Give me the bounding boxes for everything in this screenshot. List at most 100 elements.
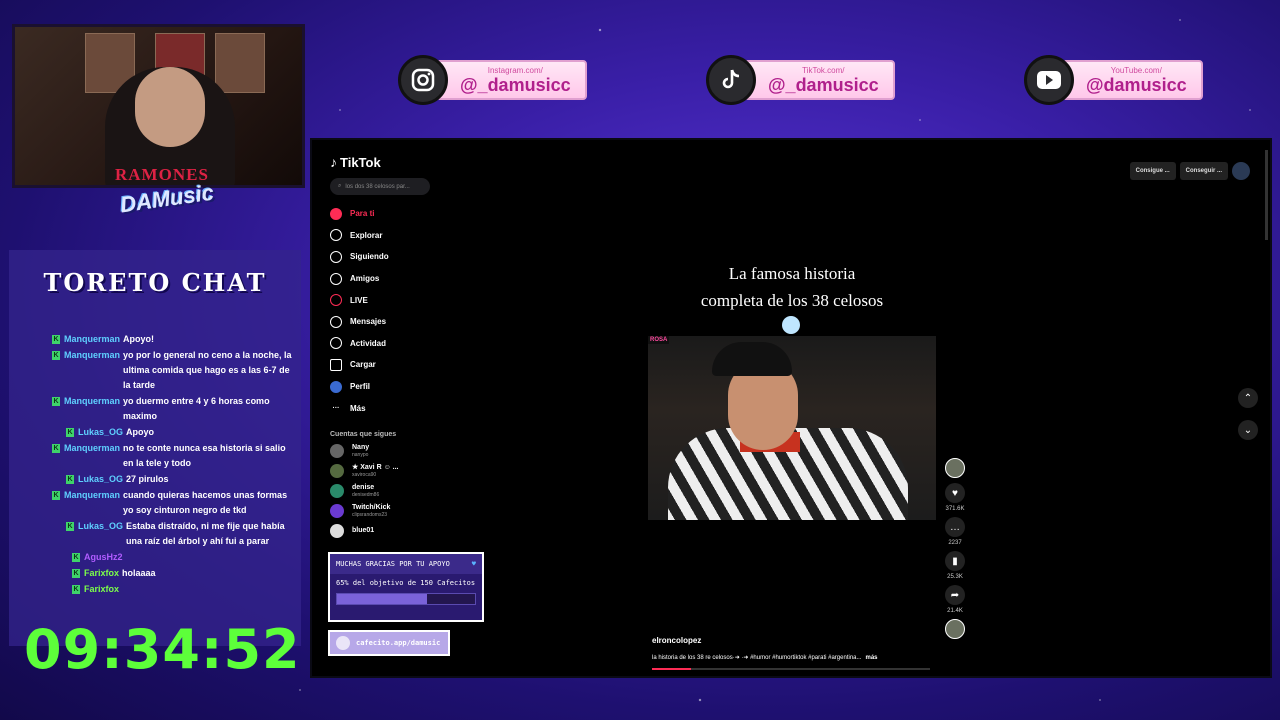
sidebar-item-para-ti[interactable]: Para ti [330,203,490,225]
more-icon: ··· [332,404,340,412]
donation-progress-fill [337,594,427,604]
video-actions: ♥ 371.6K … 2237 ▮ 25.3K ➦ 21.4K [942,458,968,644]
video-tag: ROSA [648,336,670,344]
sidebar-item-amigos[interactable]: Amigos [330,268,490,290]
chat-message: K Manquerman yo por lo general no ceno a l… [52,350,292,390]
donation-header: MUCHAS GRACIAS POR TU APOYO ♥ [330,554,482,574]
chat-message: K Manquerman cuando quieras hacemos unas f… [52,490,288,515]
following-account[interactable]: denise denisedm86 [330,483,490,498]
heart-icon: ♥ [945,483,965,503]
sidebar-item-live[interactable]: LIVE [330,289,490,311]
tiktok-sidebar: ♪ TikTok ⌕ los dos 38 celosos par... Para … [330,154,490,538]
avatar [330,503,344,518]
tiktok-icon [706,55,756,105]
next-video-button[interactable]: ⌄ [1238,420,1258,440]
share-button[interactable]: ➦ 21.4K [942,585,968,614]
get-app-button[interactable]: Conseguir ... [1179,162,1228,180]
sidebar-item-mas[interactable]: ··· Más [330,397,490,419]
comment-button[interactable]: … 2237 [942,517,968,546]
tiktok-logo[interactable]: ♪ TikTok [330,154,490,170]
save-button[interactable]: ▮ 25.3K [942,551,968,580]
profile-avatar-button[interactable] [1232,162,1250,180]
avatar [945,458,965,478]
chat-message: K Manquerman Apoyo! [52,334,155,344]
stream-clock: 09:34:52 [24,618,301,681]
badge-icon: K [72,569,80,578]
video-subject-cap [712,342,792,376]
music-disc[interactable] [942,619,968,639]
badge-icon: K [52,397,60,406]
like-button[interactable]: ♥ 371.6K [942,483,968,512]
messages-icon [330,315,342,328]
compass-icon [330,229,342,242]
video-progress[interactable] [652,668,930,670]
sidebar-item-actividad[interactable]: Actividad [330,333,490,355]
cloud-emoji-icon [782,316,800,334]
social-pill: YouTube.com/ @damusicc [1062,60,1203,100]
avatar [330,463,344,478]
get-coins-button[interactable]: Consigue ... [1129,162,1176,180]
wall-poster [215,33,265,93]
comment-icon: … [945,517,965,537]
heart-icon: ♥ [471,560,476,568]
following-account[interactable]: ★ Xavi R ☺ ... xaviroca90 [330,463,490,478]
sidebar-item-cargar[interactable]: Cargar [330,354,490,376]
sidebar-item-siguiendo[interactable]: Siguiendo [330,246,490,268]
chat-message: K Lukas_OG Estaba distraído, ni me fije qu… [66,521,285,546]
video-description: la historia de los 38 re celosos·➜ ·➜ #h… [652,655,878,661]
scrollbar[interactable] [1265,150,1268,240]
webcam-feed: RAMONES [12,24,305,188]
chat-message: K Manquerman no te conte nunca esa histori… [52,443,286,468]
sidebar-item-mensajes[interactable]: Mensajes [330,311,490,333]
donation-body: 65% del objetivo de 150 Cafecitos [330,574,482,620]
following-account[interactable]: Nany nanypo [330,443,490,458]
badge-icon: K [52,335,60,344]
chevron-down-icon: ⌄ [1243,424,1253,436]
avatar [330,523,344,538]
social-pill: Instagram.com/ @_damusicc [436,60,587,100]
social-tiktok: TikTok.com/ @_damusicc [706,52,895,108]
badge-icon: K [52,491,60,500]
sidebar-item-perfil[interactable]: Perfil [330,376,490,398]
tiktok-icon: ♪ [330,154,337,170]
chat-message: K Lukas_OG 27 pirulos [66,474,169,484]
coffee-cup-icon [336,636,350,650]
activity-icon [330,337,342,350]
instagram-icon [398,55,448,105]
chat-messages: K Manquerman Apoyo! K Manquerman yo por lo g… [52,332,292,598]
following-account[interactable]: Twitch/Kick clipsrandoms23 [330,503,490,518]
avatar [330,483,344,498]
chat-message: K Farixfox [72,584,120,594]
search-input[interactable]: ⌕ los dos 38 celosos par... [330,178,430,195]
sidebar-item-explorar[interactable]: Explorar [330,225,490,247]
profile-icon [330,380,342,393]
chat-message: K Manquerman yo duermo entre 4 y 6 horas c… [52,396,270,421]
badge-icon: K [72,585,80,594]
friends-icon [330,272,342,285]
following-account[interactable]: blue01 [330,523,490,538]
following-header: Cuentas que sigues [330,430,397,438]
streamer-face [135,67,205,147]
sidebar-nav: Para ti Explorar Siguiendo Amigos LIVE M… [330,203,490,419]
chevron-up-icon: ⌃ [1243,392,1253,404]
youtube-icon [1024,55,1074,105]
bookmark-icon: ▮ [945,551,965,571]
donation-progress-bar [336,593,476,605]
more-link[interactable]: más [866,655,878,661]
previous-video-button[interactable]: ⌃ [1238,388,1258,408]
badge-icon: K [66,475,74,484]
home-icon [330,207,342,220]
badge-icon: K [66,428,74,437]
search-icon: ⌕ [338,183,342,189]
video-player[interactable]: ROSA [648,336,936,520]
creator-avatar[interactable] [942,458,968,478]
music-disc-icon [945,619,965,639]
donation-widget: MUCHAS GRACIAS POR TU APOYO ♥ 65% del obj… [328,552,484,622]
chat-title: TORETO CHAT [43,268,267,297]
social-youtube: YouTube.com/ @damusicc [1024,52,1203,108]
chat-message: K Farixfox holaaaa [72,568,156,578]
donation-goal-text: 65% del objetivo de 150 Cafecitos [336,579,476,587]
video-author[interactable]: elroncolopez [652,636,701,645]
live-icon [330,294,342,307]
avatar [330,443,344,458]
